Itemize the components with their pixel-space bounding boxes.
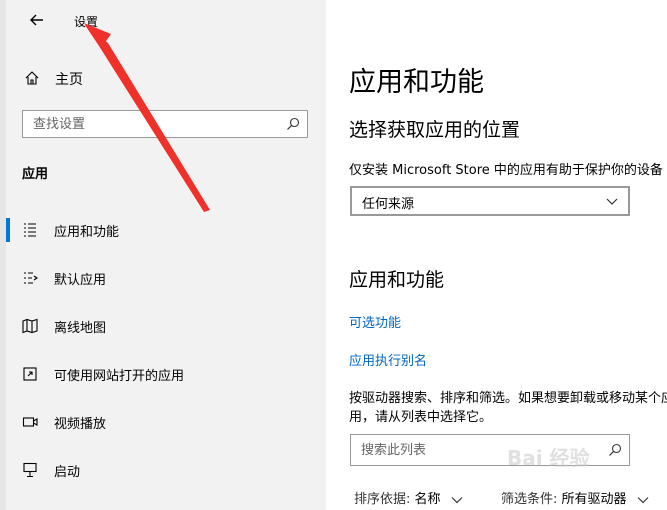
sort-filter-row: 排序依据: 名称 筛选条件: 所有驱动器 <box>354 488 667 508</box>
app-source-description: 仅安装 Microsoft Store 中的应用有助于保护你的设备 <box>349 163 663 178</box>
sidebar-item-video-playback[interactable]: 视频播放 <box>6 402 326 442</box>
apps-features-heading: 应用和功能 <box>349 269 445 291</box>
app-list-search-box <box>350 434 630 466</box>
search-icon[interactable] <box>286 117 300 131</box>
offline-map-icon <box>22 318 38 334</box>
sidebar-item-offline-maps[interactable]: 离线地图 <box>6 306 326 346</box>
chevron-down-icon <box>606 198 618 205</box>
sidebar-item-startup[interactable]: 启动 <box>6 450 326 490</box>
page-title: 应用和功能 <box>349 67 484 98</box>
sidebar-item-apps-features[interactable]: 应用和功能 <box>6 210 326 250</box>
main-content: 应用和功能 选择获取应用的位置 仅安装 Microsoft Store 中的应用… <box>326 0 667 510</box>
optional-features-link[interactable]: 可选功能 <box>349 312 401 331</box>
website-apps-icon <box>23 367 37 381</box>
sidebar-item-label: 默认应用 <box>54 273 107 288</box>
sidebar-item-label: 主页 <box>55 72 83 88</box>
window-title: 设置 <box>74 15 99 29</box>
sidebar: 设置 主页 应用 应用和功能 默认应用 离线地图 <box>6 0 326 510</box>
filter-by-dropdown[interactable]: 筛选条件: 所有驱动器 <box>501 488 649 507</box>
settings-search-input[interactable] <box>23 111 283 137</box>
app-source-dropdown[interactable]: 任何来源 <box>350 186 630 216</box>
back-button[interactable] <box>20 6 54 34</box>
dropdown-selected-value: 任何来源 <box>362 197 415 212</box>
sort-by-dropdown[interactable]: 排序依据: 名称 <box>354 488 463 507</box>
sort-value: 名称 <box>414 492 441 507</box>
default-apps-icon <box>24 272 38 284</box>
app-list-search-input[interactable] <box>351 435 601 465</box>
app-list-description: 按驱动器搜索、排序和筛选。如果想要卸载或移动某个应用，请从列表中选择它。 <box>349 391 667 425</box>
sidebar-item-label: 启动 <box>54 465 81 480</box>
apps-list-icon <box>24 223 36 237</box>
app-execution-alias-link[interactable]: 应用执行别名 <box>349 350 427 369</box>
back-arrow-icon <box>30 14 43 26</box>
sidebar-item-label: 可使用网站打开的应用 <box>54 369 185 384</box>
sidebar-item-default-apps[interactable]: 默认应用 <box>6 258 326 298</box>
sidebar-item-home[interactable]: 主页 <box>6 58 326 98</box>
sidebar-item-label: 视频播放 <box>54 417 107 432</box>
sidebar-section-heading: 应用 <box>22 167 49 182</box>
filter-label: 筛选条件: <box>501 492 558 507</box>
sort-label: 排序依据: <box>354 492 411 507</box>
video-playback-icon <box>22 417 38 427</box>
home-icon <box>25 71 39 85</box>
active-indicator <box>6 218 10 242</box>
app-source-heading: 选择获取应用的位置 <box>349 119 521 141</box>
settings-search-box <box>22 110 308 138</box>
chevron-down-icon <box>637 496 649 503</box>
startup-icon <box>23 462 37 478</box>
sidebar-item-label: 离线地图 <box>54 321 107 336</box>
filter-value: 所有驱动器 <box>561 492 627 507</box>
sidebar-item-website-apps[interactable]: 可使用网站打开的应用 <box>6 354 326 394</box>
chevron-down-icon <box>451 496 463 503</box>
search-icon[interactable] <box>608 443 622 457</box>
sidebar-item-label: 应用和功能 <box>54 225 120 240</box>
